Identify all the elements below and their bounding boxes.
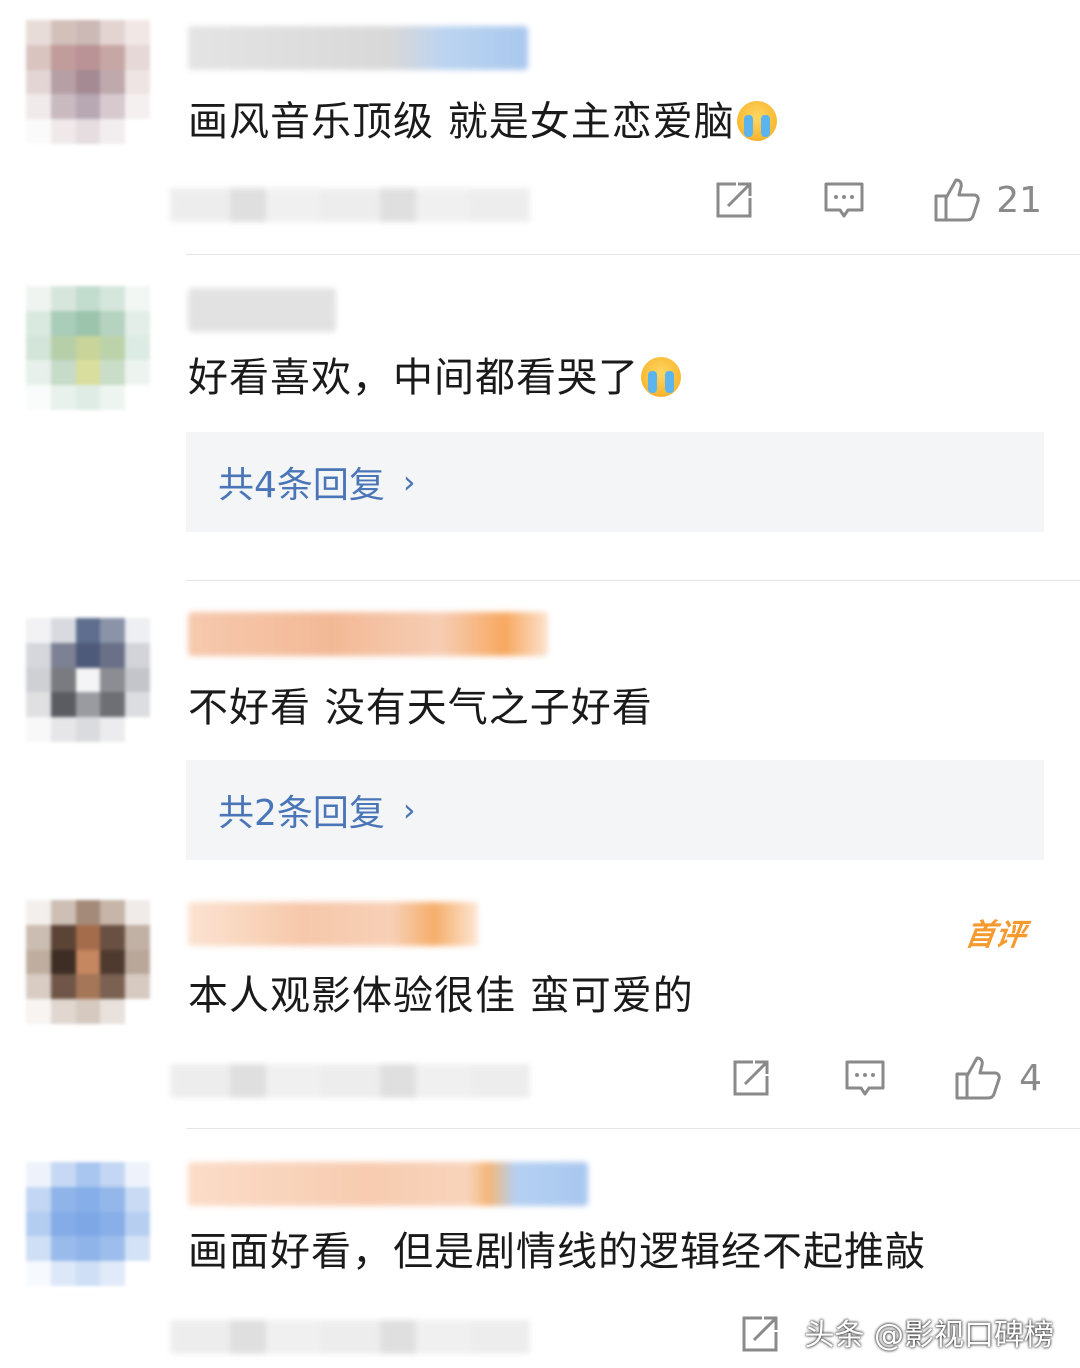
share-button[interactable] — [712, 178, 756, 222]
comment-button[interactable] — [843, 1056, 887, 1100]
comment-button[interactable] — [822, 178, 866, 222]
replies-count: 共2条回复 — [218, 793, 385, 834]
username-redacted[interactable] — [188, 288, 336, 332]
view-replies-button[interactable]: 共2条回复 › — [186, 760, 1044, 860]
share-icon — [716, 182, 752, 218]
comment-text: 画风音乐顶级 就是女主恋爱脑 — [188, 94, 777, 150]
crying-face-icon — [641, 357, 681, 397]
comment-text: 本人观影体验很佳 蛮可爱的 — [188, 973, 694, 1019]
action-bar: 21 — [712, 176, 1042, 224]
like-count: 4 — [1019, 1057, 1042, 1099]
like-button[interactable]: 4 — [953, 1054, 1042, 1102]
like-count: 21 — [996, 179, 1042, 221]
first-review-badge: 首评 — [963, 918, 1028, 953]
comment-icon — [824, 182, 864, 218]
username-redacted[interactable] — [188, 902, 478, 946]
comment-text: 好看喜欢，中间都看哭了 — [188, 350, 681, 406]
watermark: 头条 @影视口碑榜 — [804, 1318, 1054, 1353]
timestamp-redacted — [170, 1064, 530, 1098]
divider — [186, 254, 1080, 255]
action-bar: 4 — [729, 1054, 1042, 1102]
avatar[interactable] — [26, 900, 150, 1024]
comment-item: 画风音乐顶级 就是女主恋爱脑 21 — [0, 0, 1080, 256]
comment-item: 好看喜欢，中间都看哭了 共4条回复 › — [0, 256, 1080, 582]
username-redacted[interactable] — [188, 612, 548, 656]
username-redacted[interactable] — [188, 26, 528, 70]
like-button[interactable]: 21 — [932, 176, 1042, 224]
comment-item: 首评 本人观影体验很佳 蛮可爱的 4 — [0, 882, 1080, 1130]
avatar[interactable] — [26, 618, 150, 742]
share-button[interactable] — [738, 1312, 782, 1356]
share-icon — [733, 1060, 769, 1096]
view-replies-button[interactable]: 共4条回复 › — [186, 432, 1044, 532]
divider — [186, 580, 1080, 581]
timestamp-redacted — [170, 188, 530, 222]
share-icon — [742, 1316, 778, 1352]
chevron-right-icon: › — [402, 463, 416, 501]
avatar[interactable] — [26, 1162, 150, 1286]
replies-count: 共4条回复 — [218, 465, 385, 506]
comment-text: 画面好看，但是剧情线的逻辑经不起推敲 — [188, 1229, 926, 1275]
timestamp-redacted — [170, 1320, 530, 1354]
avatar[interactable] — [26, 20, 150, 144]
divider — [186, 1128, 1080, 1129]
chevron-right-icon: › — [402, 791, 416, 829]
thumbs-up-icon — [934, 178, 980, 222]
thumbs-up-icon — [955, 1056, 1001, 1100]
comment-text: 不好看 没有天气之子好看 — [188, 685, 653, 731]
username-redacted[interactable] — [188, 1162, 588, 1206]
comment-icon — [845, 1060, 885, 1096]
comment-item: 不好看 没有天气之子好看 共2条回复 › — [0, 582, 1080, 882]
avatar[interactable] — [26, 286, 150, 410]
share-button[interactable] — [729, 1056, 773, 1100]
crying-face-icon — [736, 101, 777, 141]
